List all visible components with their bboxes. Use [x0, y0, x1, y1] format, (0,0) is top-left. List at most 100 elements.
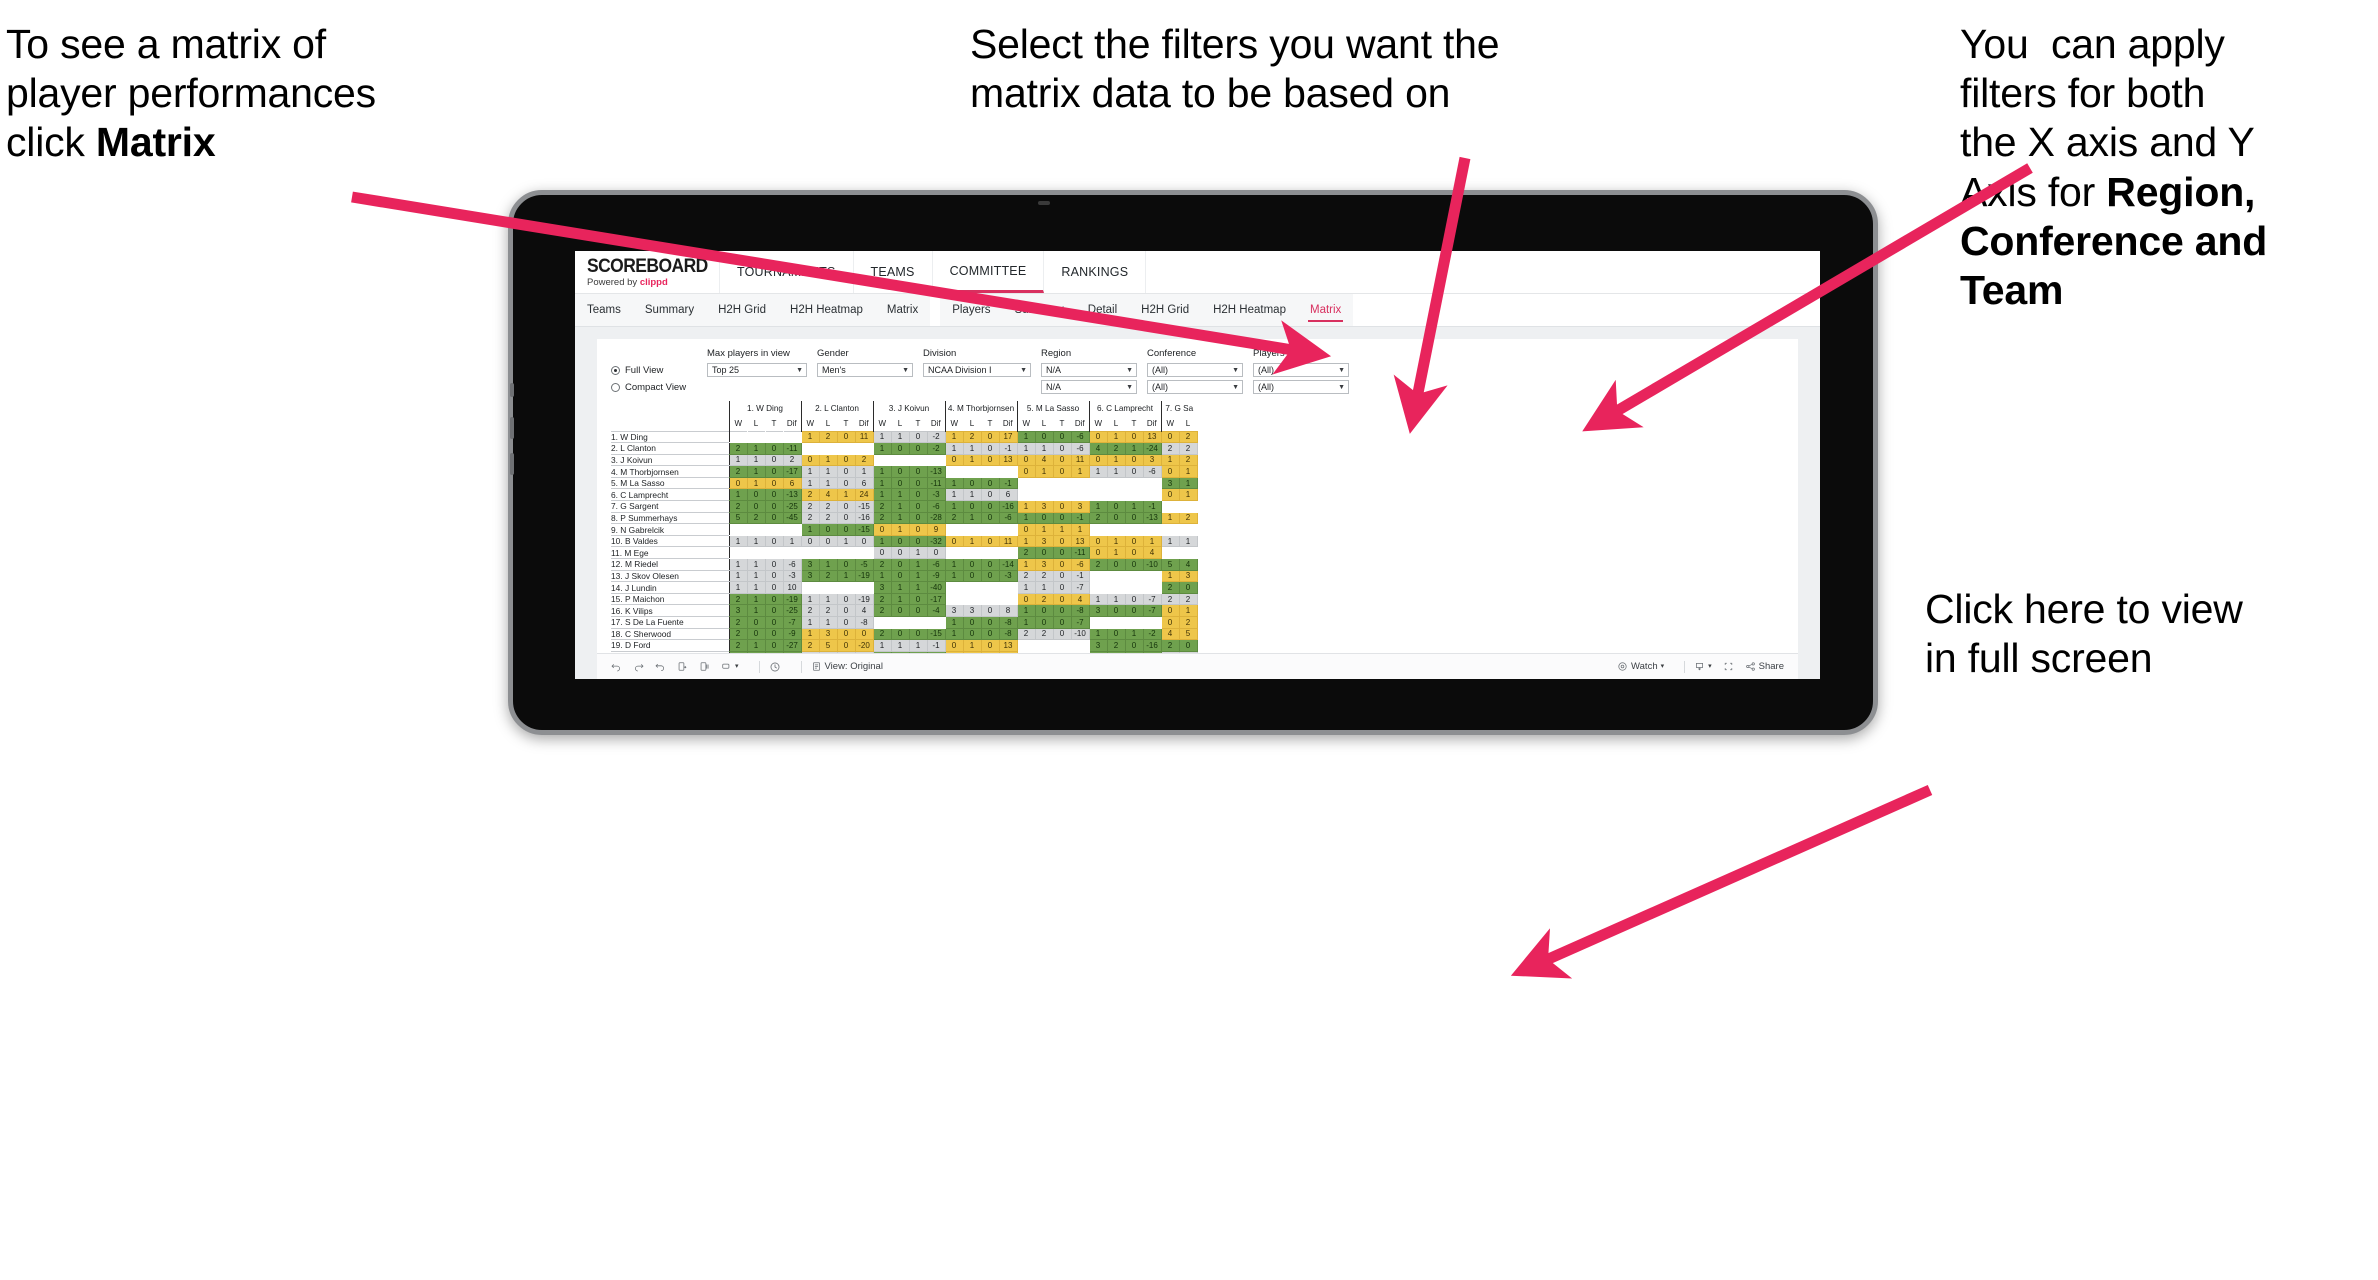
- matrix-cell[interactable]: 1: [944, 569, 964, 583]
- matrix-cell[interactable]: 3: [818, 627, 838, 641]
- matrix-cell[interactable]: 2: [1178, 453, 1198, 467]
- matrix-cell[interactable]: 1: [962, 511, 982, 525]
- matrix-cell[interactable]: 0: [764, 592, 784, 606]
- matrix-cell[interactable]: 0: [926, 546, 946, 560]
- matrix-cell[interactable]: 3: [1178, 569, 1198, 583]
- matrix-cell[interactable]: 0: [764, 581, 784, 594]
- matrix-cell[interactable]: 0: [1016, 523, 1036, 536]
- matrix-cell[interactable]: [908, 453, 928, 467]
- matrix-cell[interactable]: 1: [818, 465, 838, 478]
- matrix-cell[interactable]: 0: [980, 558, 1000, 571]
- matrix-cell[interactable]: 13: [998, 453, 1018, 467]
- matrix-cell[interactable]: 1: [746, 581, 766, 594]
- matrix-cell[interactable]: [1052, 476, 1072, 490]
- matrix-cell[interactable]: 0: [980, 500, 1000, 513]
- matrix-cell[interactable]: 0: [1052, 592, 1072, 606]
- matrix-cell[interactable]: 2: [800, 639, 820, 652]
- matrix-cell[interactable]: 0: [1052, 430, 1072, 444]
- matrix-cell[interactable]: 3: [944, 604, 964, 617]
- sub-nav-players-detail[interactable]: Detail: [1076, 294, 1129, 326]
- matrix-cell[interactable]: 0: [890, 627, 910, 641]
- matrix-cell[interactable]: -40: [926, 581, 946, 594]
- matrix-cell[interactable]: 1: [1034, 581, 1054, 594]
- matrix-cell[interactable]: 2: [1178, 442, 1198, 455]
- matrix-cell[interactable]: [890, 616, 910, 629]
- matrix-cell[interactable]: 0: [800, 453, 820, 467]
- matrix-cell[interactable]: 0: [980, 488, 1000, 502]
- matrix-cell[interactable]: [1142, 488, 1162, 502]
- sub-nav-teams-summary[interactable]: Summary: [633, 294, 706, 326]
- matrix-cell[interactable]: 0: [764, 627, 784, 641]
- matrix-cell[interactable]: 0: [962, 627, 982, 641]
- filter-region-y-select[interactable]: N/A ▼: [1041, 380, 1137, 394]
- matrix-cell[interactable]: 1: [872, 569, 892, 583]
- matrix-row[interactable]: 4. M Thorbjornsen 2 1 0 -17 1 1 0 1 1 0 0 -13 0 1 0 1 1 1 0…: [611, 465, 1198, 478]
- matrix-cell[interactable]: 0: [962, 569, 982, 583]
- matrix-cell[interactable]: [962, 546, 982, 560]
- matrix-cell[interactable]: -6: [1070, 558, 1090, 571]
- matrix-cell[interactable]: 2: [782, 453, 802, 467]
- matrix-cell[interactable]: 0: [1124, 558, 1144, 571]
- matrix-cell[interactable]: -10: [1142, 558, 1162, 571]
- matrix-cell[interactable]: 0: [1124, 534, 1144, 548]
- matrix-cell[interactable]: [926, 453, 946, 467]
- matrix-cell[interactable]: [872, 616, 892, 629]
- matrix-cell[interactable]: 0: [1052, 627, 1072, 641]
- matrix-cell[interactable]: 0: [908, 476, 928, 490]
- matrix-cell[interactable]: 1: [944, 476, 964, 490]
- matrix-cell[interactable]: 1: [944, 616, 964, 629]
- matrix-cell[interactable]: 0: [1052, 604, 1072, 617]
- matrix-cell[interactable]: 0: [980, 442, 1000, 455]
- matrix-cell[interactable]: [1142, 616, 1162, 629]
- matrix-cell[interactable]: 0: [818, 534, 838, 548]
- matrix-cell[interactable]: 2: [1160, 442, 1180, 455]
- matrix-cell[interactable]: 0: [1124, 511, 1144, 525]
- matrix-cell[interactable]: 4: [1160, 627, 1180, 641]
- matrix-cell[interactable]: 1: [1034, 523, 1054, 536]
- matrix-cell[interactable]: [818, 581, 838, 594]
- matrix-cell[interactable]: 2: [1178, 511, 1198, 525]
- sub-nav-players-matrix[interactable]: Matrix: [1298, 294, 1353, 326]
- matrix-cell[interactable]: 0: [1124, 592, 1144, 606]
- matrix-cell[interactable]: [944, 581, 964, 594]
- matrix-cell[interactable]: -10: [1070, 627, 1090, 641]
- matrix-cell[interactable]: [1088, 569, 1108, 583]
- matrix-row[interactable]: 8. P Summerhays 5 2 0 -45 2 2 0 -16 2 1 0 -28 2 1 0 -6 1 0…: [611, 511, 1198, 525]
- matrix-cell[interactable]: 0: [980, 569, 1000, 583]
- matrix-cell[interactable]: [854, 442, 874, 455]
- matrix-cell[interactable]: 0: [836, 523, 856, 536]
- matrix-cell[interactable]: 2: [818, 430, 838, 444]
- matrix-cell[interactable]: [998, 465, 1018, 478]
- download-button[interactable]: ▾: [1694, 661, 1712, 672]
- matrix-cell[interactable]: 0: [962, 476, 982, 490]
- matrix-cell[interactable]: 1: [872, 476, 892, 490]
- matrix-cell[interactable]: 1: [1160, 569, 1180, 583]
- matrix-cell[interactable]: 0: [980, 616, 1000, 629]
- matrix-cell[interactable]: 1: [746, 453, 766, 467]
- matrix-cell[interactable]: -2: [1142, 627, 1162, 641]
- matrix-cell[interactable]: 0: [1178, 581, 1198, 594]
- matrix-cell[interactable]: -1: [998, 442, 1018, 455]
- matrix-cell[interactable]: 2: [872, 558, 892, 571]
- matrix-cell[interactable]: [1142, 523, 1162, 536]
- matrix-cell[interactable]: 0: [890, 465, 910, 478]
- matrix-cell[interactable]: [998, 592, 1018, 606]
- sub-nav-teams-matrix[interactable]: Matrix: [875, 294, 930, 326]
- matrix-cell[interactable]: 0: [1052, 569, 1072, 583]
- matrix-cell[interactable]: 2: [1178, 430, 1198, 444]
- matrix-cell[interactable]: 2: [1088, 558, 1108, 571]
- download-caret[interactable]: ▾: [1708, 663, 1712, 670]
- matrix-cell[interactable]: -20: [854, 639, 874, 652]
- matrix-cell[interactable]: 0: [1052, 581, 1072, 594]
- matrix-cell[interactable]: 2: [1016, 546, 1036, 560]
- matrix-cell[interactable]: -2: [926, 430, 946, 444]
- matrix-row[interactable]: 11. M Ege 0 0 1 0 2 0 0 -11 0 1 0 4: [611, 546, 1198, 560]
- matrix-cell[interactable]: 4: [1034, 453, 1054, 467]
- matrix-cell[interactable]: 0: [890, 558, 910, 571]
- chevron-down-icon[interactable]: ▼: [1232, 384, 1239, 391]
- matrix-cell[interactable]: 1: [890, 523, 910, 536]
- matrix-cell[interactable]: [980, 546, 1000, 560]
- matrix-cell[interactable]: -4: [926, 604, 946, 617]
- matrix-cell[interactable]: [1160, 546, 1180, 560]
- matrix-cell[interactable]: 0: [980, 453, 1000, 467]
